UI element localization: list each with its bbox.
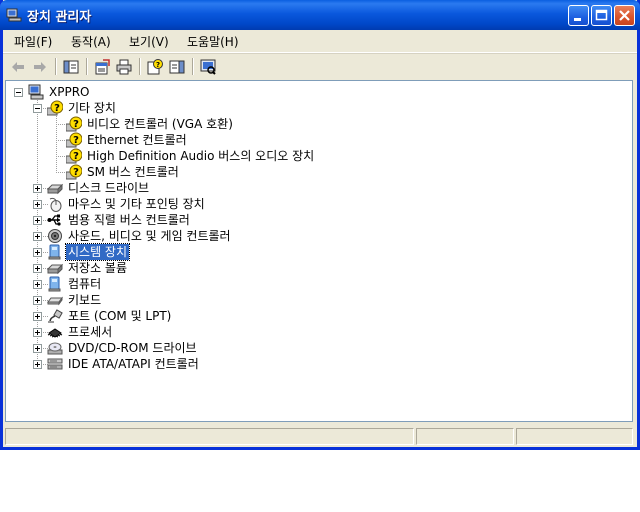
minimize-button[interactable] — [568, 5, 589, 26]
warning-device-icon: ? — [65, 148, 83, 164]
show-hide-action-pane-button[interactable] — [167, 57, 187, 77]
other-devices-collapse-toggle[interactable] — [33, 104, 42, 113]
menu-action[interactable]: 동작(A) — [71, 33, 111, 50]
window-title: 장치 관리자 — [27, 10, 92, 25]
menu-bar: 파일(F) 동작(A) 보기(V) 도움말(H) — [3, 30, 637, 53]
expand-toggle[interactable] — [33, 200, 42, 209]
warning-device-icon: ? — [65, 132, 83, 148]
status-panel-main — [5, 428, 414, 445]
expand-toggle[interactable] — [33, 296, 42, 305]
usb-icon — [47, 212, 63, 228]
tree-item-label: DVD/CD-ROM 드라이브 — [68, 341, 197, 355]
tree-item-label: 저장소 볼륨 — [68, 261, 128, 275]
expand-toggle[interactable] — [33, 264, 42, 273]
forward-button[interactable] — [30, 57, 50, 77]
console-tree-icon — [63, 60, 79, 74]
help-button[interactable]: ? — [145, 57, 165, 77]
back-arrow-icon — [12, 62, 24, 72]
unknown-device-icon: ? — [46, 100, 64, 116]
status-bar — [3, 424, 637, 447]
tree-root-label: XPPRO — [49, 85, 90, 99]
tree-item-label: 사운드, 비디오 및 게임 컨트롤러 — [68, 229, 231, 243]
printer-icon — [116, 59, 132, 75]
expand-toggle[interactable] — [33, 232, 42, 241]
tree-item-label: IDE ATA/ATAPI 컨트롤러 — [68, 357, 199, 371]
expand-toggle[interactable] — [33, 184, 42, 193]
expand-toggle[interactable] — [33, 360, 42, 369]
tree-item-label: Ethernet 컨트롤러 — [87, 133, 187, 147]
svg-text:?: ? — [73, 167, 79, 178]
tree-item-label: 기타 장치 — [68, 101, 116, 115]
forward-arrow-icon — [34, 62, 46, 72]
tree-item-label: 컴퓨터 — [68, 277, 102, 291]
processor-icon — [47, 324, 63, 340]
toolbar: ? — [3, 53, 637, 79]
computer-icon — [47, 276, 63, 292]
properties-icon — [95, 59, 110, 75]
tree-item-label: 범용 직렬 버스 컨트롤러 — [68, 213, 190, 227]
tree-item-label-selected: 시스템 장치 — [64, 243, 131, 261]
scan-hardware-button[interactable] — [198, 57, 218, 77]
tree-item-label: 포트 (COM 및 LPT) — [68, 309, 172, 323]
title-bar[interactable]: 장치 관리자 — [0, 0, 640, 30]
mouse-icon — [47, 196, 63, 212]
speaker-icon — [47, 228, 63, 244]
menu-view[interactable]: 보기(V) — [129, 33, 169, 50]
system-device-icon — [47, 244, 63, 260]
tree-item-label: SM 버스 컨트롤러 — [87, 165, 179, 179]
warning-device-icon: ? — [65, 116, 83, 132]
status-panel — [416, 428, 514, 445]
show-hide-console-tree-button[interactable] — [61, 57, 81, 77]
expand-toggle[interactable] — [33, 248, 42, 257]
device-tree[interactable]: XPPRO ? 기타 장치 ? 비디오 컨트롤러 (VGA 호환) ? Ethe… — [5, 80, 633, 422]
toolbar-separator — [86, 58, 88, 75]
cdrom-icon — [47, 340, 63, 356]
expand-toggle[interactable] — [33, 344, 42, 353]
toolbar-separator — [192, 58, 194, 75]
svg-text:?: ? — [73, 119, 79, 130]
tree-item-label: 키보드 — [68, 293, 102, 307]
tree-item-label: 마우스 및 기타 포인팅 장치 — [68, 197, 205, 211]
expand-toggle[interactable] — [33, 280, 42, 289]
port-icon — [47, 308, 63, 324]
menu-help[interactable]: 도움말(H) — [187, 33, 239, 50]
root-collapse-toggle[interactable] — [14, 88, 23, 97]
action-pane-icon — [169, 60, 185, 74]
keyboard-icon — [47, 292, 63, 308]
svg-text:?: ? — [156, 61, 160, 69]
scan-hardware-icon — [200, 59, 216, 75]
help-icon: ? — [147, 59, 163, 75]
device-manager-icon — [6, 7, 22, 23]
svg-text:?: ? — [73, 151, 79, 162]
computer-icon — [28, 84, 44, 100]
device-manager-window: 장치 관리자 파일(F) 동작(A) 보기(V) 도움말(H) ? XPPRO … — [0, 0, 640, 450]
svg-text:?: ? — [54, 103, 60, 114]
maximize-button[interactable] — [591, 5, 612, 26]
tree-item-label: 비디오 컨트롤러 (VGA 호환) — [87, 117, 233, 131]
toolbar-separator — [139, 58, 141, 75]
disk-drive-icon — [46, 180, 64, 196]
print-button[interactable] — [114, 57, 134, 77]
tree-item-label: High Definition Audio 버스의 오디오 장치 — [87, 149, 315, 163]
close-button[interactable] — [614, 5, 635, 26]
properties-button[interactable] — [92, 57, 112, 77]
back-button[interactable] — [8, 57, 28, 77]
toolbar-separator — [55, 58, 57, 75]
ide-controller-icon — [47, 356, 63, 372]
expand-toggle[interactable] — [33, 312, 42, 321]
tree-item-label: 디스크 드라이브 — [68, 181, 150, 195]
tree-item-label: 프로세서 — [68, 325, 113, 339]
warning-device-icon: ? — [65, 164, 83, 180]
expand-toggle[interactable] — [33, 216, 42, 225]
status-panel — [516, 428, 633, 445]
storage-volume-icon — [46, 260, 64, 276]
menu-file[interactable]: 파일(F) — [14, 33, 52, 50]
expand-toggle[interactable] — [33, 328, 42, 337]
svg-text:?: ? — [73, 135, 79, 146]
